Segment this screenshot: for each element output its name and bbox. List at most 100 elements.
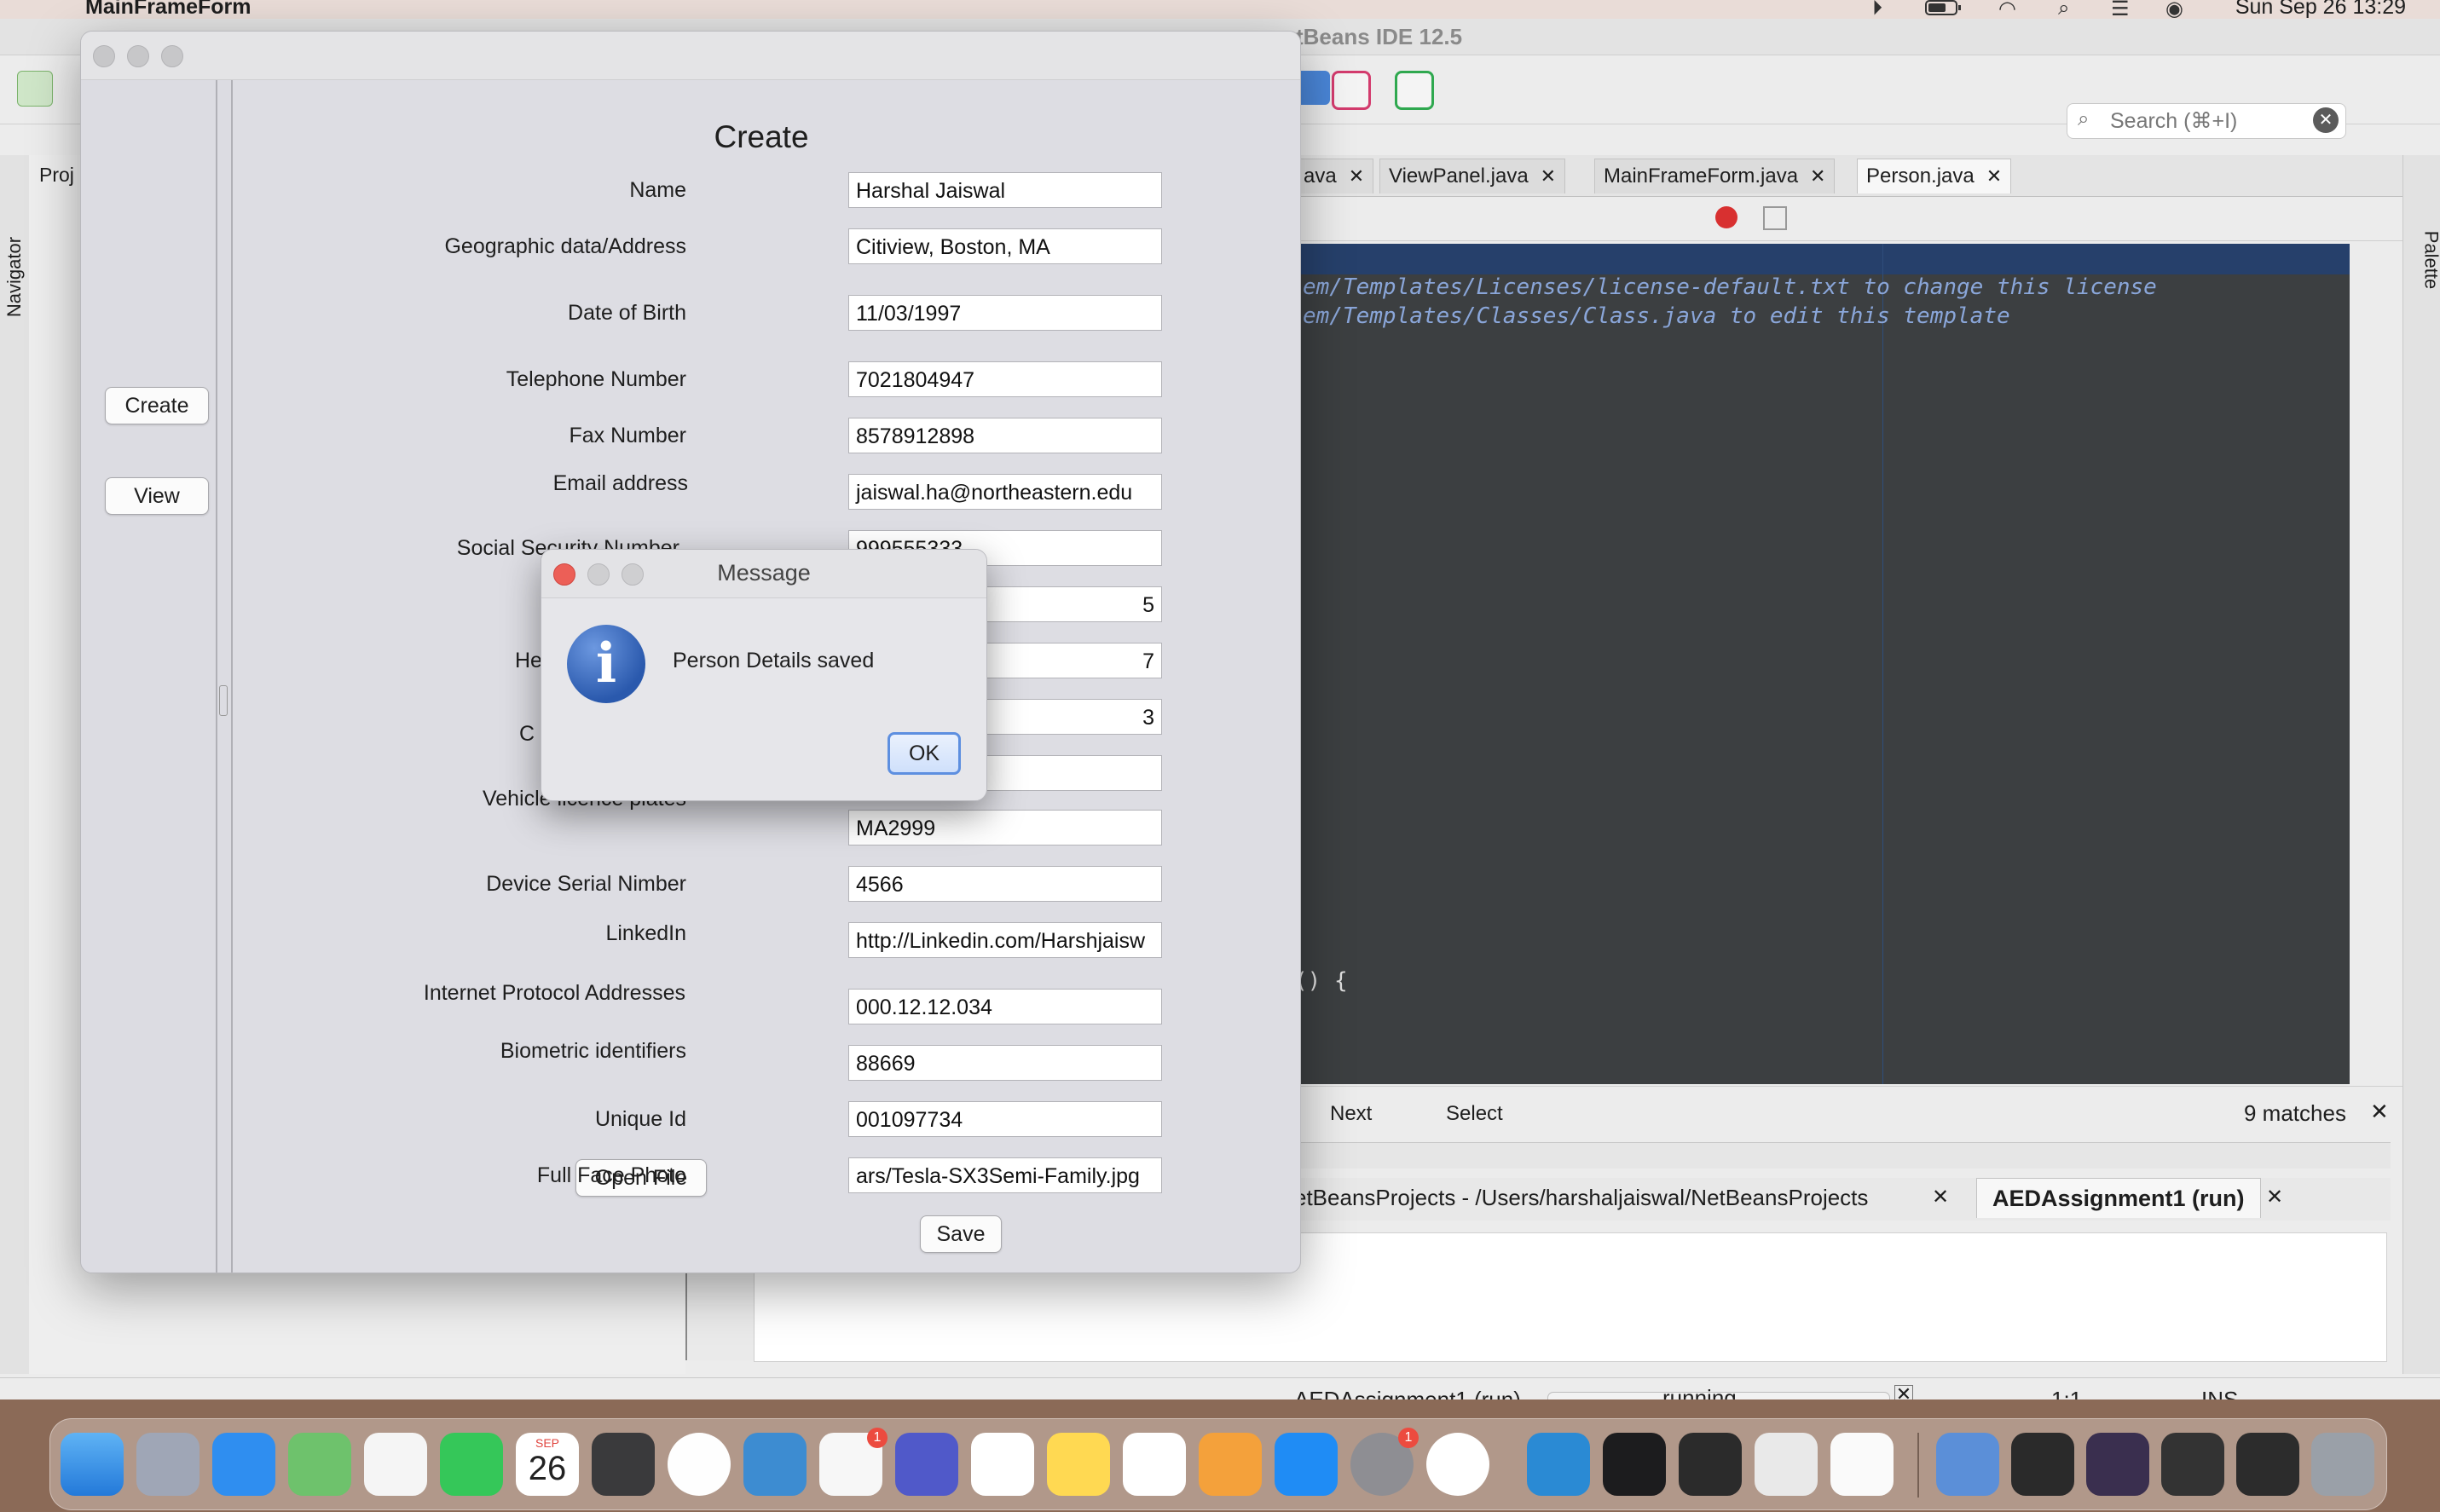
photo-path-field[interactable]: ars/Tesla-SX3Semi-Family.jpg — [848, 1157, 1162, 1193]
unique-id-field[interactable]: 001097734 — [848, 1101, 1162, 1137]
find-matches-count: 9 matches — [2244, 1100, 2346, 1126]
dob-label: Date of Birth — [568, 301, 686, 325]
ide-search-field[interactable]: ⌕ Search (⌘+I) ✕ — [2067, 103, 2346, 139]
preview-icon[interactable] — [1936, 1433, 1999, 1496]
address-label: Geographic data/Address — [444, 234, 686, 258]
postman-icon[interactable] — [1679, 1433, 1742, 1496]
pages-icon[interactable] — [1199, 1433, 1262, 1496]
email-label: Email address — [552, 471, 688, 495]
ip-address-field[interactable]: 000.12.12.034 — [848, 989, 1162, 1024]
calendar-icon[interactable]: SEP 26 — [516, 1433, 579, 1496]
close-icon: ✕ — [1348, 165, 1365, 187]
linkedin-field[interactable]: http://Linkedin.com/Harshjaisw — [848, 922, 1162, 958]
vscode-icon[interactable] — [1527, 1433, 1590, 1496]
stop-macro-icon[interactable] — [1763, 206, 1787, 230]
profile-icon[interactable] — [1332, 71, 1371, 110]
calculator-icon[interactable] — [592, 1433, 655, 1496]
biometric-label: Biometric identifiers — [500, 1039, 686, 1063]
numbers-icon[interactable] — [1123, 1433, 1186, 1496]
new-file-icon[interactable] — [17, 71, 53, 107]
record-macro-icon[interactable] — [1715, 206, 1737, 228]
code-line: em/Templates/Classes/Class.java to edit … — [1303, 303, 2010, 329]
launchpad-icon[interactable] — [136, 1433, 199, 1496]
photos-icon[interactable] — [364, 1433, 427, 1496]
close-icon: ✕ — [1986, 165, 2003, 187]
clear-search-icon[interactable]: ✕ — [2313, 107, 2339, 133]
minimized-window[interactable] — [2236, 1433, 2299, 1496]
palette-tab[interactable]: Palette — [2420, 231, 2440, 290]
play-icon[interactable]: ⏵ — [1872, 0, 1882, 20]
close-find-icon[interactable]: ✕ — [2370, 1099, 2389, 1125]
email-field[interactable]: jaiswal.ha@northeastern.edu — [848, 474, 1162, 510]
teams-icon[interactable] — [895, 1433, 958, 1496]
minimized-window[interactable] — [2086, 1433, 2149, 1496]
terminal-icon[interactable] — [1603, 1433, 1666, 1496]
window-zoom-icon[interactable] — [161, 45, 183, 67]
create-nav-button[interactable]: Create — [105, 387, 209, 424]
name-field[interactable]: Harshal Jaiswal — [848, 172, 1162, 208]
output-tab-active[interactable]: AEDAssignment1 (run) — [1976, 1178, 2261, 1218]
minimized-window[interactable] — [2011, 1433, 2074, 1496]
vehicle-plates-field[interactable]: MA2999 — [848, 810, 1162, 845]
trash-icon[interactable] — [2311, 1433, 2374, 1496]
code-editor[interactable]: em/Templates/Licenses/license-default.tx… — [1294, 244, 2350, 1084]
device-serial-field[interactable]: 4566 — [848, 866, 1162, 902]
window-close-icon[interactable] — [93, 45, 115, 67]
facetime-icon[interactable] — [440, 1433, 503, 1496]
system-preferences-icon[interactable]: 1 — [1350, 1428, 1419, 1496]
calendar-month: SEP — [535, 1436, 559, 1450]
reminders-icon[interactable] — [971, 1433, 1034, 1496]
split-grip[interactable] — [219, 685, 228, 716]
projects-panel-label[interactable]: Proj — [39, 164, 74, 187]
notes-icon[interactable] — [1047, 1433, 1110, 1496]
dialog-title: Message — [717, 560, 811, 586]
window-minimize-icon[interactable] — [127, 45, 149, 67]
output-tab[interactable]: etBeansProjects - /Users/harshaljaiswal/… — [1294, 1185, 1868, 1211]
build-icon[interactable] — [1296, 71, 1330, 105]
ide-search-placeholder: Search (⌘+I) — [2110, 109, 2238, 133]
close-icon[interactable]: ✕ — [1932, 1185, 1949, 1209]
split-divider[interactable] — [217, 80, 233, 1273]
telephone-field[interactable]: 7021804947 — [848, 361, 1162, 397]
dob-field[interactable]: 11/03/1997 — [848, 295, 1162, 331]
fax-label: Fax Number — [569, 424, 686, 447]
editor-tab-active[interactable]: Person.java ✕ — [1857, 159, 2012, 193]
full-face-photo-label: Full Face Photo — [536, 1163, 686, 1187]
virtualbox-icon[interactable] — [743, 1433, 807, 1496]
ok-button[interactable]: OK — [888, 732, 961, 775]
find-next-button[interactable]: Next — [1330, 1102, 1372, 1126]
address-field[interactable]: Citiview, Boston, MA — [848, 228, 1162, 264]
partial-label: C — [519, 722, 535, 746]
find-select-button[interactable]: Select — [1446, 1102, 1503, 1126]
chrome-icon[interactable] — [668, 1433, 731, 1496]
right-tool-strip: Palette — [2402, 155, 2440, 1374]
calendar-day: 26 — [528, 1450, 567, 1487]
editor-tab[interactable]: ViewPanel.java ✕ — [1379, 159, 1566, 193]
safari-icon[interactable] — [212, 1433, 275, 1496]
java-icon[interactable] — [1830, 1433, 1894, 1496]
profile-project-icon[interactable] — [1395, 71, 1434, 110]
app-store-icon[interactable] — [1275, 1433, 1338, 1496]
fax-field[interactable]: 8578912898 — [848, 418, 1162, 453]
biometric-field[interactable]: 88669 — [848, 1045, 1162, 1081]
finder-icon[interactable] — [61, 1433, 124, 1496]
close-icon[interactable]: ✕ — [2266, 1185, 2283, 1209]
system-prefs-badge: 1 — [1398, 1428, 1419, 1448]
github-desktop-icon[interactable] — [1426, 1433, 1489, 1496]
menu-clock[interactable]: Sun Sep 26 13:29 — [2235, 0, 2406, 20]
editor-tab[interactable]: MainFrameForm.java ✕ — [1594, 159, 1836, 193]
maps-icon[interactable] — [288, 1433, 351, 1496]
navigator-tab[interactable]: Navigator — [3, 237, 26, 317]
ide-title: tBeans IDE 12.5 — [1296, 24, 1463, 49]
save-button[interactable]: Save — [920, 1215, 1002, 1253]
form-title: Create — [714, 119, 809, 154]
close-icon: ✕ — [1540, 165, 1557, 187]
dock: SEP 26 1 1 — [49, 1418, 2387, 1510]
menu-app-name[interactable]: MainFrameForm — [85, 0, 251, 20]
editor-tab[interactable]: ava ✕ — [1294, 159, 1374, 193]
search-icon[interactable]: ⌕ — [2058, 0, 2069, 20]
slack-icon[interactable]: 1 — [819, 1428, 888, 1496]
archive-utility-icon[interactable] — [1755, 1433, 1818, 1496]
minimized-window[interactable] — [2161, 1433, 2224, 1496]
info-icon: i — [567, 625, 645, 703]
